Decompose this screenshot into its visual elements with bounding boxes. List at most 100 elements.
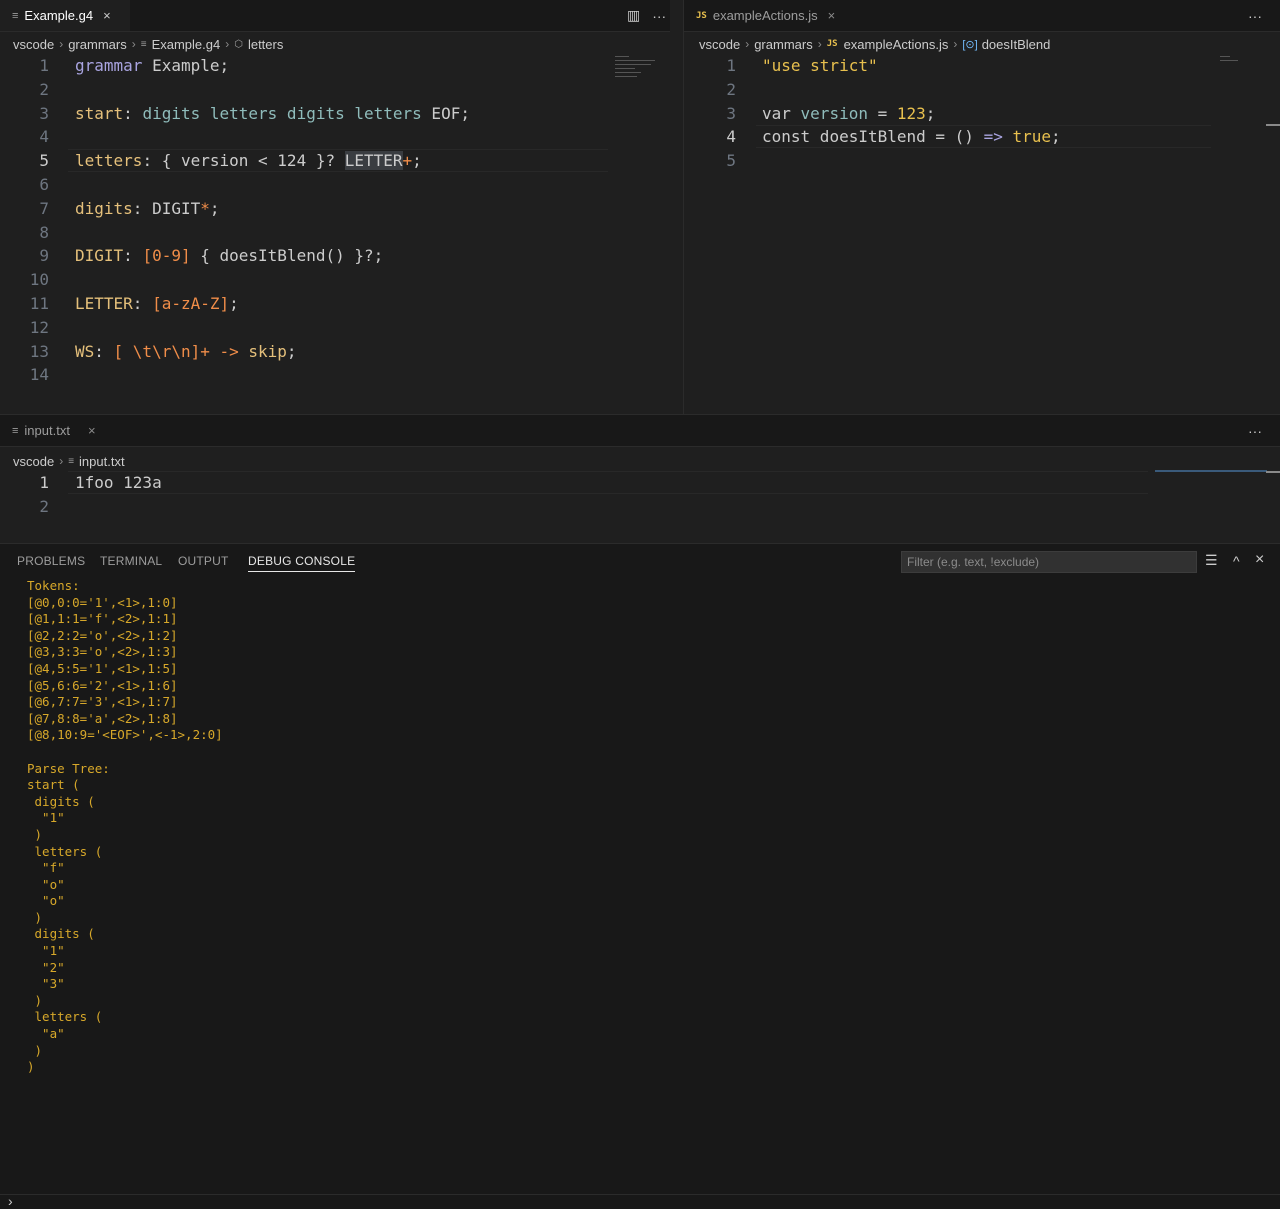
minimap[interactable] — [1155, 470, 1267, 472]
breadcrumb-item[interactable]: exampleActions.js — [844, 37, 949, 52]
console-line: "f" — [27, 860, 65, 876]
maximize-panel-icon[interactable]: ^ — [1233, 553, 1240, 569]
chevron-right-icon: › — [225, 37, 230, 51]
left-editor-group: ≡ Example.g4 × ▥ ··· vscode › grammars ›… — [0, 0, 670, 414]
keyword-token: var — [762, 103, 791, 123]
line-number: 5 — [726, 151, 736, 171]
breadcrumb-item[interactable]: vscode — [699, 37, 740, 52]
breadcrumb-item[interactable]: vscode — [13, 454, 54, 469]
console-line: [@7,8:8='a',<2>,1:8] — [27, 710, 178, 726]
tab-example-actions-js[interactable]: JS exampleActions.js × — [684, 0, 854, 31]
chevron-right-icon: › — [59, 454, 64, 468]
code-area[interactable]: 1 1foo 123a 2 — [0, 471, 1280, 519]
console-line: [@5,6:6='2',<1>,1:6] — [27, 677, 178, 693]
split-editor-icon[interactable]: ▥ — [627, 7, 640, 24]
close-icon[interactable]: × — [103, 8, 111, 23]
tab-debug-console[interactable]: DEBUG CONSOLE — [248, 554, 356, 572]
number-literal: 123 — [896, 103, 926, 123]
token-name: DIGIT — [75, 246, 124, 266]
tab-input-txt[interactable]: ≡ input.txt × — [0, 415, 116, 446]
breadcrumb: vscode › grammars › JS exampleActions.js… — [684, 33, 1280, 55]
code-line: 2 — [684, 78, 1280, 102]
breadcrumb-item[interactable]: Example.g4 — [152, 37, 221, 52]
breadcrumb-item[interactable]: input.txt — [79, 454, 125, 469]
clear-console-icon[interactable]: ☰ — [1205, 552, 1218, 569]
variable-token: version — [790, 103, 868, 123]
line-number: 9 — [39, 246, 49, 266]
code-text: { doesItBlend() }?; — [190, 246, 384, 266]
code-line: 3 start: digits letters digits letters EO… — [0, 102, 670, 126]
file-lines-icon: ≡ — [140, 38, 147, 50]
code-text: : DIGIT — [132, 198, 201, 218]
close-icon[interactable]: × — [828, 8, 836, 23]
line-number: 4 — [726, 127, 736, 147]
close-icon[interactable]: × — [88, 423, 96, 438]
line-number: 5 — [39, 151, 49, 171]
breadcrumb-item[interactable]: doesItBlend — [982, 37, 1051, 52]
code-text: 1foo 123a — [75, 473, 162, 492]
console-line: "1" — [27, 810, 65, 826]
keyword-token: const — [762, 127, 811, 147]
scrollbar-marker — [1266, 124, 1280, 126]
line-number: 7 — [39, 198, 49, 218]
more-actions-icon[interactable]: ··· — [652, 8, 666, 24]
line-number: 12 — [29, 317, 49, 337]
code-area[interactable]: 1 grammar Example; 2 3 start: digits lette… — [0, 54, 670, 387]
console-line: [@4,5:5='1',<1>,1:5] — [27, 660, 178, 676]
close-panel-icon[interactable]: × — [1255, 551, 1264, 569]
javascript-icon: JS — [696, 10, 707, 21]
breadcrumb-item[interactable]: grammars — [754, 37, 813, 52]
boolean-literal: true — [1012, 127, 1051, 147]
bottom-tab-bar: ≡ input.txt × ··· — [0, 415, 1280, 447]
console-input-row[interactable]: › — [0, 1193, 1280, 1209]
console-line: [@3,3:3='o',<2>,1:3] — [27, 644, 178, 660]
operator-token: -> — [209, 341, 249, 361]
tab-label: exampleActions.js — [712, 8, 818, 23]
chevron-right-icon: › — [817, 37, 822, 51]
tab-terminal[interactable]: TERMINAL — [100, 554, 162, 568]
code-line: 9 DIGIT: [0-9] { doesItBlend() }?; — [0, 244, 670, 268]
charset-token: [a-zA-Z] — [152, 293, 230, 313]
tab-problems[interactable]: PROBLEMS — [17, 554, 85, 568]
line-number: 4 — [39, 127, 49, 147]
charset-token: [ \t\r\n]+ — [113, 341, 210, 361]
file-lines-icon: ≡ — [68, 455, 75, 467]
javascript-icon: JS — [826, 39, 838, 49]
more-actions-icon[interactable]: ··· — [1248, 8, 1262, 24]
line-number: 3 — [39, 103, 49, 123]
line-number: 11 — [29, 293, 49, 313]
console-line: letters ( — [27, 1009, 103, 1025]
code-line: 11 LETTER: [a-zA-Z]; — [0, 292, 670, 316]
left-tab-bar: ≡ Example.g4 × ▥ ··· — [0, 0, 670, 32]
breadcrumb-item[interactable]: grammars — [68, 37, 127, 52]
bottom-editor-actions: ··· — [1248, 415, 1262, 446]
bottom-panel: PROBLEMS TERMINAL OUTPUT DEBUG CONSOLE F… — [0, 543, 1280, 1196]
line-number: 2 — [39, 496, 49, 516]
line-number: 1 — [39, 473, 49, 492]
console-line: "o" — [27, 893, 65, 909]
code-line: 4 const doesItBlend = () => true; — [684, 125, 1280, 149]
code-line: 12 — [0, 316, 670, 340]
breadcrumb-item[interactable]: letters — [248, 37, 283, 52]
console-line: ) — [27, 1059, 35, 1075]
line-number: 2 — [726, 79, 736, 99]
tab-example-g4[interactable]: ≡ Example.g4 × — [0, 0, 130, 31]
line-number: 14 — [29, 365, 49, 385]
cube-icon: ⬡ — [234, 38, 243, 50]
line-number: 3 — [726, 103, 736, 123]
more-actions-icon[interactable]: ··· — [1248, 423, 1262, 439]
minimap[interactable] — [613, 54, 670, 84]
variable-symbol-icon: [⊙] — [962, 38, 978, 51]
console-line: start ( — [27, 777, 80, 793]
breadcrumb-item[interactable]: vscode — [13, 37, 54, 52]
console-line: [@6,7:7='3',<1>,1:7] — [27, 694, 178, 710]
right-editor-actions: ··· — [1248, 0, 1262, 31]
filter-input[interactable]: Filter (e.g. text, !exclude) — [901, 551, 1197, 573]
console-line: "a" — [27, 1026, 65, 1042]
tab-label: Example.g4 — [24, 8, 94, 23]
code-area[interactable]: 1 "use strict" 2 3 var version = 123; 4 con… — [684, 54, 1280, 173]
rule-name: letters — [75, 151, 143, 171]
tab-output[interactable]: OUTPUT — [178, 554, 229, 568]
minimap[interactable] — [1218, 54, 1268, 66]
operator-token: * — [200, 198, 210, 218]
